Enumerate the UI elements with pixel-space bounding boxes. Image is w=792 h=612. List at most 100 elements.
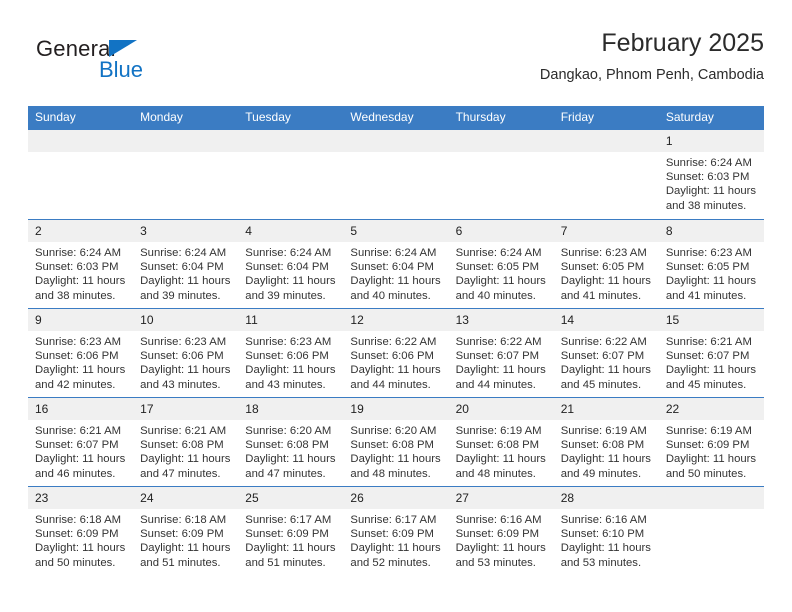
sunrise-time: Sunrise: 6:19 AM: [665, 425, 752, 437]
day-number: 12: [343, 309, 449, 331]
day-sun-info: Sunrise: 6:22 AM Sunset: 6:07 PM Daylight:…: [449, 331, 554, 392]
daylight-duration-line2: and 53 minutes.: [455, 556, 536, 569]
sunset-time: Sunset: 6:06 PM: [140, 350, 224, 363]
day-sun-info: Sunrise: 6:19 AM Sunset: 6:08 PM Daylight:…: [554, 420, 659, 481]
calendar-day-cell[interactable]: 12 Sunrise: 6:22 AM Sunset: 6:06 PM Dayligh…: [343, 309, 449, 397]
sunrise-time: Sunrise: 6:24 AM: [350, 247, 437, 259]
daylight-duration-line2: and 49 minutes.: [560, 467, 642, 480]
weekday-header-thursday: Thursday: [455, 110, 506, 124]
daylight-duration-line2: and 41 minutes.: [560, 289, 642, 302]
calendar-day-cell[interactable]: 6 Sunrise: 6:24 AM Sunset: 6:05 PM Daylight…: [448, 220, 554, 308]
calendar-day-cell[interactable]: 25 Sunrise: 6:17 AM Sunset: 6:09 PM Dayligh…: [238, 487, 344, 575]
calendar-day-cell[interactable]: 8 Sunrise: 6:23 AM Sunset: 6:05 PM Daylight…: [658, 220, 764, 308]
calendar-day-cell[interactable]: 1 Sunrise: 6:24 AM Sunset: 6:03 PM Daylight…: [658, 130, 764, 219]
day-number: [133, 130, 239, 152]
calendar-day-cell[interactable]: 15 Sunrise: 6:21 AM Sunset: 6:07 PM Dayligh…: [658, 309, 764, 397]
day-sun-info: Sunrise: 6:21 AM Sunset: 6:08 PM Daylight:…: [133, 420, 238, 481]
calendar-day-cell[interactable]: 3 Sunrise: 6:24 AM Sunset: 6:04 PM Daylight…: [133, 220, 239, 308]
day-sun-info: Sunrise: 6:24 AM Sunset: 6:04 PM Daylight:…: [133, 242, 238, 303]
calendar-day-cell[interactable]: 10 Sunrise: 6:23 AM Sunset: 6:06 PM Dayligh…: [133, 309, 239, 397]
daylight-duration-line2: and 50 minutes.: [35, 556, 116, 569]
sunset-time: Sunset: 6:04 PM: [350, 261, 434, 274]
day-number: 19: [343, 398, 449, 420]
day-sun-info: Sunrise: 6:24 AM Sunset: 6:04 PM Daylight:…: [238, 242, 343, 303]
calendar-day-cell[interactable]: 23 Sunrise: 6:18 AM Sunset: 6:09 PM Dayligh…: [28, 487, 134, 575]
daylight-duration-line1: Daylight: 11 hours: [350, 275, 441, 288]
calendar-day-cell[interactable]: 14 Sunrise: 6:22 AM Sunset: 6:07 PM Dayligh…: [553, 309, 659, 397]
daylight-duration-line1: Daylight: 11 hours: [665, 275, 757, 288]
day-number: 6: [448, 220, 554, 242]
calendar-day-cell[interactable]: 9 Sunrise: 6:23 AM Sunset: 6:06 PM Daylight…: [28, 309, 134, 397]
day-number: 14: [553, 309, 659, 331]
day-number: [343, 130, 449, 152]
daylight-duration-line1: Daylight: 11 hours: [560, 542, 651, 555]
sunrise-time: Sunrise: 6:18 AM: [35, 514, 122, 526]
daylight-duration-line1: Daylight: 11 hours: [665, 453, 757, 466]
calendar-page: General Blue February 2025 Dangkao, Phno…: [0, 0, 792, 612]
sunset-time: Sunset: 6:07 PM: [560, 350, 645, 363]
calendar-day-cell[interactable]: 20 Sunrise: 6:19 AM Sunset: 6:08 PM Dayligh…: [448, 398, 554, 486]
sunset-time: Sunset: 6:03 PM: [665, 171, 750, 184]
day-sun-info: Sunrise: 6:20 AM Sunset: 6:08 PM Daylight:…: [238, 420, 343, 481]
sunset-time: Sunset: 6:06 PM: [245, 350, 329, 363]
day-number: 22: [658, 398, 764, 420]
sunrise-time: Sunrise: 6:23 AM: [560, 247, 647, 259]
daylight-duration-line1: Daylight: 11 hours: [140, 542, 231, 555]
day-sun-info: Sunrise: 6:22 AM Sunset: 6:07 PM Daylight:…: [554, 331, 659, 392]
logo-text-blue: Blue: [99, 57, 144, 82]
daylight-duration-line2: and 45 minutes.: [560, 378, 642, 391]
sunrise-time: Sunrise: 6:19 AM: [455, 425, 542, 437]
calendar-day-cell[interactable]: 11 Sunrise: 6:23 AM Sunset: 6:06 PM Dayligh…: [238, 309, 344, 397]
calendar-day-cell[interactable]: 27 Sunrise: 6:16 AM Sunset: 6:09 PM Dayligh…: [448, 487, 554, 575]
calendar-day-cell[interactable]: 24 Sunrise: 6:18 AM Sunset: 6:09 PM Dayligh…: [133, 487, 239, 575]
day-number: 7: [553, 220, 659, 242]
general-blue-logo[interactable]: General Blue: [36, 36, 206, 92]
day-number: 21: [553, 398, 659, 420]
logo-triangle-icon: [109, 40, 137, 57]
sunset-time: Sunset: 6:06 PM: [35, 350, 119, 363]
calendar-day-cell[interactable]: 13 Sunrise: 6:22 AM Sunset: 6:07 PM Dayligh…: [448, 309, 554, 397]
sunrise-time: Sunrise: 6:24 AM: [665, 157, 752, 169]
calendar-day-cell[interactable]: 28 Sunrise: 6:16 AM Sunset: 6:10 PM Dayligh…: [553, 487, 659, 575]
daylight-duration-line1: Daylight: 11 hours: [455, 275, 546, 288]
sunset-time: Sunset: 6:09 PM: [35, 528, 119, 541]
day-number: 10: [133, 309, 239, 331]
calendar-day-cell[interactable]: 21 Sunrise: 6:19 AM Sunset: 6:08 PM Dayligh…: [553, 398, 659, 486]
day-number: 23: [28, 487, 134, 509]
day-sun-info: Sunrise: 6:23 AM Sunset: 6:06 PM Daylight:…: [238, 331, 343, 392]
sunset-time: Sunset: 6:05 PM: [665, 261, 750, 274]
calendar-day-cell[interactable]: 2 Sunrise: 6:24 AM Sunset: 6:03 PM Daylight…: [28, 220, 134, 308]
calendar-week-row: 23 Sunrise: 6:18 AM Sunset: 6:09 PM Dayligh…: [28, 486, 764, 575]
calendar-day-cell[interactable]: 4 Sunrise: 6:24 AM Sunset: 6:04 PM Daylight…: [238, 220, 344, 308]
sunrise-time: Sunrise: 6:16 AM: [560, 514, 647, 526]
day-number: 15: [658, 309, 764, 331]
sunset-time: Sunset: 6:07 PM: [35, 439, 119, 452]
calendar-day-cell[interactable]: 26 Sunrise: 6:17 AM Sunset: 6:09 PM Dayligh…: [343, 487, 449, 575]
sunrise-time: Sunrise: 6:24 AM: [140, 247, 227, 259]
calendar-day-cell[interactable]: 19 Sunrise: 6:20 AM Sunset: 6:08 PM Dayligh…: [343, 398, 449, 486]
calendar-day-cell[interactable]: 22 Sunrise: 6:19 AM Sunset: 6:09 PM Dayligh…: [658, 398, 764, 486]
sunrise-time: Sunrise: 6:23 AM: [245, 336, 332, 348]
sunrise-time: Sunrise: 6:20 AM: [350, 425, 437, 437]
calendar-day-cell[interactable]: 7 Sunrise: 6:23 AM Sunset: 6:05 PM Daylight…: [553, 220, 659, 308]
daylight-duration-line2: and 44 minutes.: [350, 378, 431, 391]
day-sun-info: Sunrise: 6:19 AM Sunset: 6:09 PM Daylight:…: [659, 420, 764, 481]
day-sun-info: Sunrise: 6:19 AM Sunset: 6:08 PM Daylight:…: [449, 420, 554, 481]
daylight-duration-line1: Daylight: 11 hours: [35, 542, 126, 555]
daylight-duration-line1: Daylight: 11 hours: [140, 275, 231, 288]
sunset-time: Sunset: 6:09 PM: [665, 439, 750, 452]
day-sun-info: Sunrise: 6:24 AM Sunset: 6:03 PM Daylight:…: [659, 152, 764, 213]
calendar-day-cell[interactable]: 16 Sunrise: 6:21 AM Sunset: 6:07 PM Dayligh…: [28, 398, 134, 486]
calendar-day-cell[interactable]: 17 Sunrise: 6:21 AM Sunset: 6:08 PM Dayligh…: [133, 398, 239, 486]
weekday-header-friday: Friday: [560, 110, 595, 124]
day-number: 9: [28, 309, 134, 331]
day-sun-info: Sunrise: 6:23 AM Sunset: 6:05 PM Daylight:…: [659, 242, 764, 303]
calendar-week-row: 1 Sunrise: 6:24 AM Sunset: 6:03 PM Daylight…: [28, 130, 764, 219]
day-number: 4: [238, 220, 344, 242]
day-number: 1: [658, 130, 764, 152]
day-number: 8: [658, 220, 764, 242]
calendar-day-cell-empty: [343, 130, 449, 219]
calendar-day-cell[interactable]: 18 Sunrise: 6:20 AM Sunset: 6:08 PM Dayligh…: [238, 398, 344, 486]
day-number: 3: [133, 220, 239, 242]
calendar-day-cell[interactable]: 5 Sunrise: 6:24 AM Sunset: 6:04 PM Daylight…: [343, 220, 449, 308]
